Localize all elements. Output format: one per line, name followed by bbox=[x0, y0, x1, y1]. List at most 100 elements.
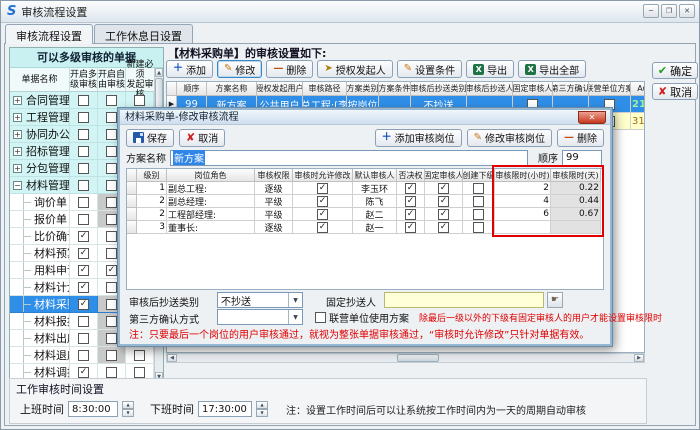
table-row[interactable]: 3董事长:逐级✓赵一✓✓ bbox=[127, 221, 603, 234]
add-button[interactable]: ＋添加 bbox=[166, 60, 213, 78]
fixed-cc-input[interactable] bbox=[384, 292, 544, 308]
spin-up-icon[interactable]: ▲ bbox=[122, 401, 134, 409]
maximize-button[interactable]: ❐ bbox=[661, 4, 677, 18]
checkbox[interactable] bbox=[134, 367, 145, 378]
checkbox[interactable]: ✓ bbox=[78, 282, 89, 293]
horizontal-scrollbar[interactable]: ◀ ▶ bbox=[166, 353, 645, 363]
edit-audit-post-button[interactable]: ✎修改审核岗位 bbox=[467, 129, 552, 147]
checkbox[interactable] bbox=[106, 367, 117, 378]
save-button[interactable]: 保存 bbox=[126, 129, 174, 147]
checkbox[interactable] bbox=[106, 316, 117, 327]
checkbox[interactable]: ✓ bbox=[317, 222, 328, 233]
start-time-stepper[interactable]: ▲▼ bbox=[122, 401, 134, 417]
expand-icon[interactable]: + bbox=[13, 164, 22, 173]
checkbox[interactable] bbox=[78, 129, 89, 140]
picker-hand-icon[interactable]: ☛ bbox=[547, 292, 563, 308]
checkbox[interactable]: ✓ bbox=[405, 183, 416, 194]
checkbox[interactable] bbox=[78, 197, 89, 208]
export-button[interactable]: X导出 bbox=[466, 60, 514, 78]
checkbox[interactable] bbox=[106, 129, 117, 140]
jv-plan-checkbox[interactable] bbox=[315, 312, 326, 323]
checkbox[interactable] bbox=[473, 222, 484, 233]
end-time-stepper[interactable]: ▲▼ bbox=[256, 401, 268, 417]
spin-up-icon[interactable]: ▲ bbox=[256, 401, 268, 409]
checkbox[interactable] bbox=[78, 112, 89, 123]
cancel-button[interactable]: ✘ 取消 bbox=[652, 83, 698, 100]
export-all-button[interactable]: X导出全部 bbox=[518, 60, 586, 78]
order-input[interactable]: 99 bbox=[562, 150, 602, 166]
checkbox[interactable]: ✓ bbox=[78, 231, 89, 242]
cc-type-select[interactable]: 不抄送 ▼ bbox=[217, 292, 303, 308]
dialog-close-button[interactable]: ✕ bbox=[578, 111, 606, 124]
checkbox[interactable] bbox=[106, 350, 117, 361]
checkbox[interactable] bbox=[106, 214, 117, 225]
expand-icon[interactable]: + bbox=[13, 147, 22, 156]
expand-icon[interactable]: + bbox=[13, 130, 22, 139]
checkbox[interactable] bbox=[78, 180, 89, 191]
checkbox[interactable] bbox=[78, 95, 89, 106]
checkbox[interactable]: ✓ bbox=[78, 299, 89, 310]
checkbox[interactable]: ✓ bbox=[106, 265, 117, 276]
checkbox[interactable]: ✓ bbox=[78, 248, 89, 259]
spin-down-icon[interactable]: ▼ bbox=[122, 409, 134, 417]
checkbox[interactable] bbox=[106, 299, 117, 310]
table-row[interactable]: 2工程部经理:平级✓赵二✓✓60.67 bbox=[127, 208, 603, 221]
left-group-row[interactable]: +合同管理 bbox=[10, 92, 163, 109]
add-audit-post-button[interactable]: ＋添加审核岗位 bbox=[375, 129, 462, 147]
checkbox[interactable] bbox=[473, 209, 484, 220]
checkbox[interactable] bbox=[106, 112, 117, 123]
third-party-select[interactable]: ▼ bbox=[217, 309, 303, 325]
checkbox[interactable] bbox=[134, 95, 145, 106]
table-row[interactable]: 1副总工程:逐级✓李玉环✓✓20.22 bbox=[127, 182, 603, 195]
scroll-up-icon[interactable]: ▲ bbox=[155, 68, 163, 77]
checkbox[interactable]: ✓ bbox=[438, 183, 449, 194]
checkbox[interactable] bbox=[473, 196, 484, 207]
checkbox[interactable] bbox=[106, 333, 117, 344]
checkbox[interactable] bbox=[473, 183, 484, 194]
checkbox[interactable] bbox=[78, 333, 89, 344]
checkbox[interactable] bbox=[106, 95, 117, 106]
checkbox[interactable]: ✓ bbox=[317, 183, 328, 194]
set-condition-button[interactable]: ✎设置条件 bbox=[397, 60, 462, 78]
checkbox[interactable]: ✓ bbox=[317, 196, 328, 207]
tab-audit-flow-settings[interactable]: 审核流程设置 bbox=[5, 24, 93, 44]
chevron-down-icon[interactable]: ▼ bbox=[288, 293, 302, 307]
delete-button[interactable]: —删除 bbox=[266, 60, 313, 78]
scrollbar-thumb[interactable] bbox=[397, 354, 439, 362]
edit-button[interactable]: ✎修改 bbox=[217, 60, 262, 78]
plan-name-input[interactable]: 新方案 bbox=[170, 150, 528, 166]
scroll-right-icon[interactable]: ▶ bbox=[634, 354, 644, 362]
checkbox[interactable] bbox=[78, 350, 89, 361]
dialog-cancel-button[interactable]: ✘取消 bbox=[179, 129, 225, 147]
close-button[interactable]: ✕ bbox=[679, 4, 695, 18]
checkbox[interactable] bbox=[106, 197, 117, 208]
checkbox[interactable]: ✓ bbox=[405, 209, 416, 220]
chevron-down-icon[interactable]: ▼ bbox=[288, 310, 302, 324]
checkbox[interactable]: ✓ bbox=[78, 265, 89, 276]
checkbox[interactable] bbox=[134, 350, 145, 361]
checkbox[interactable] bbox=[78, 316, 89, 327]
collapse-icon[interactable]: − bbox=[13, 181, 22, 190]
checkbox[interactable]: ✓ bbox=[438, 196, 449, 207]
checkbox[interactable]: ✓ bbox=[438, 209, 449, 220]
checkbox[interactable] bbox=[78, 163, 89, 174]
expand-icon[interactable]: + bbox=[13, 96, 22, 105]
ok-button[interactable]: ✔ 确定 bbox=[652, 62, 698, 79]
left-item-row[interactable]: 材料退库单 bbox=[10, 347, 163, 364]
delete-audit-post-button[interactable]: —删除 bbox=[557, 129, 604, 147]
checkbox[interactable] bbox=[106, 248, 117, 259]
checkbox[interactable] bbox=[106, 282, 117, 293]
table-row[interactable]: 2副总经理:平级✓陈飞✓✓40.44 bbox=[127, 195, 603, 208]
checkbox[interactable] bbox=[106, 231, 117, 242]
checkbox[interactable] bbox=[106, 163, 117, 174]
authorize-initiator-button[interactable]: ➤授权发起人 bbox=[317, 60, 392, 78]
checkbox[interactable] bbox=[78, 214, 89, 225]
start-time-input[interactable]: 8:30:00 bbox=[68, 401, 118, 417]
expand-icon[interactable]: + bbox=[13, 113, 22, 122]
checkbox[interactable] bbox=[78, 146, 89, 157]
checkbox[interactable]: ✓ bbox=[438, 222, 449, 233]
spin-down-icon[interactable]: ▼ bbox=[256, 409, 268, 417]
end-time-input[interactable]: 17:30:00 bbox=[198, 401, 252, 417]
checkbox[interactable] bbox=[106, 146, 117, 157]
tab-rest-day-settings[interactable]: 工作休息日设置 bbox=[94, 24, 193, 43]
